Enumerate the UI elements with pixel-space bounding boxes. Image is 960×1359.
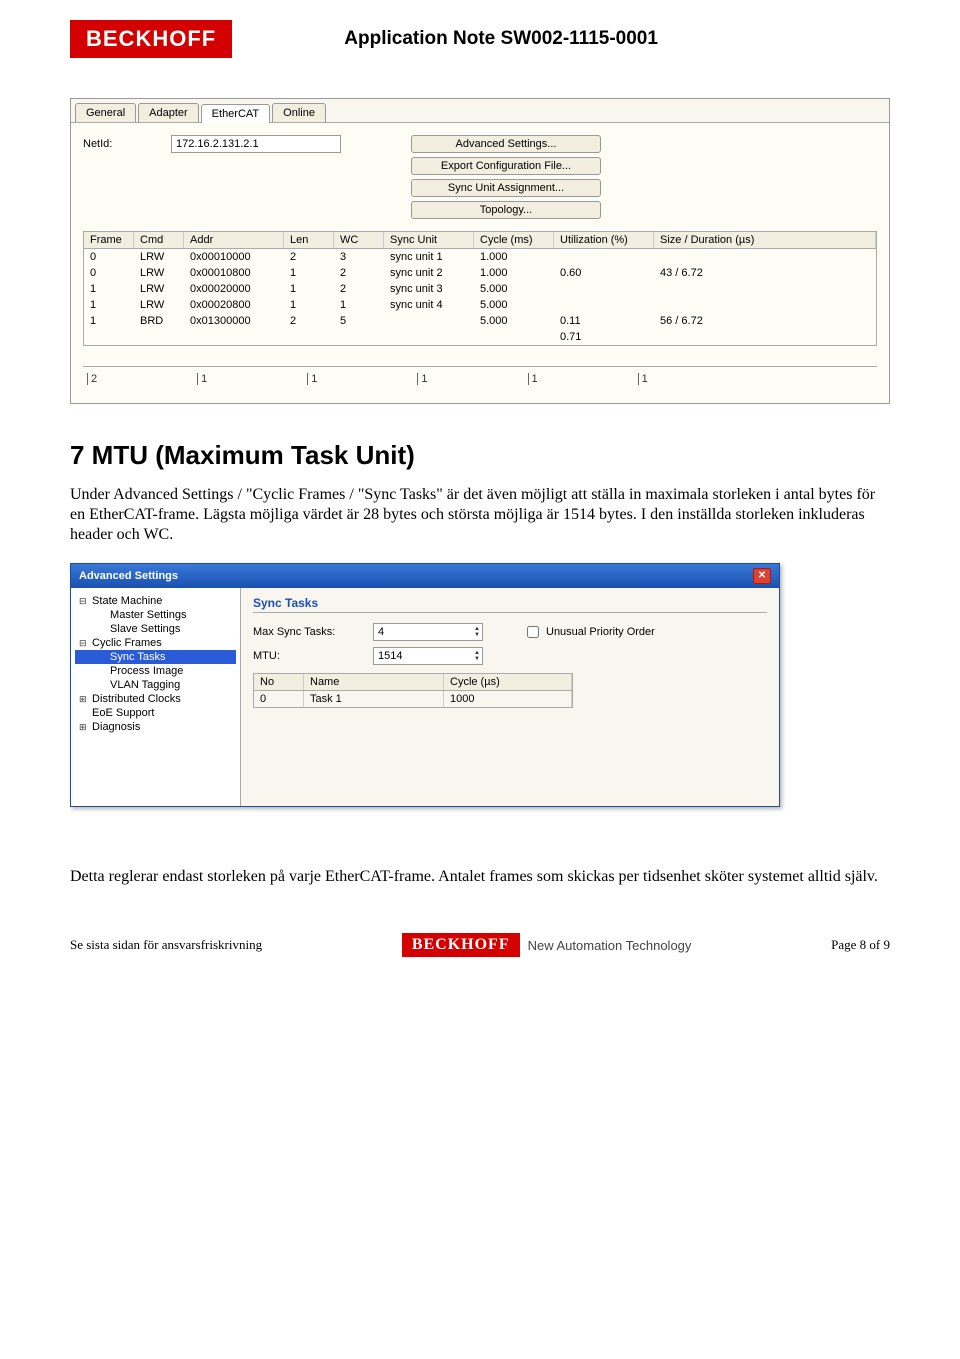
- tab-ethercat[interactable]: EtherCAT: [201, 104, 270, 123]
- advanced-settings-button[interactable]: Advanced Settings...: [411, 135, 601, 153]
- footer-tagline: New Automation Technology: [528, 938, 692, 953]
- column-header[interactable]: WC: [334, 232, 384, 248]
- mtu-label: MTU:: [253, 650, 363, 662]
- export-configuration-file-button[interactable]: Export Configuration File...: [411, 157, 601, 175]
- ruler-tick: 1: [638, 373, 648, 385]
- ruler-tick: 1: [197, 373, 207, 385]
- brand-logo: BECKHOFF: [70, 20, 232, 58]
- tree-node-diagnosis[interactable]: ⊞ Diagnosis: [75, 720, 236, 734]
- tree-node-slave-settings[interactable]: Slave Settings: [75, 622, 236, 636]
- column-header[interactable]: No: [254, 674, 304, 690]
- mtu-spinner[interactable]: 1514 ▲▼: [373, 647, 483, 665]
- ruler-tick: 1: [307, 373, 317, 385]
- tab-adapter[interactable]: Adapter: [138, 103, 199, 122]
- table-row[interactable]: 0LRW0x0001000023sync unit 11.000: [84, 249, 876, 265]
- ruler-tick: 2: [87, 373, 97, 385]
- max-sync-tasks-label: Max Sync Tasks:: [253, 626, 363, 638]
- tree-node-eoe-support[interactable]: EoE Support: [75, 706, 236, 720]
- section-heading: 7 MTU (Maximum Task Unit): [70, 440, 890, 471]
- tab-online[interactable]: Online: [272, 103, 326, 122]
- footer-page: Page 8 of 9: [831, 937, 890, 953]
- sync-unit-assignment-button[interactable]: Sync Unit Assignment...: [411, 179, 601, 197]
- unusual-priority-checkbox[interactable]: Unusual Priority Order: [523, 623, 655, 641]
- column-header[interactable]: Len: [284, 232, 334, 248]
- advanced-settings-dialog: Advanced Settings ✕ ⊟ State Machine Mast…: [70, 563, 780, 807]
- netid-label: NetId:: [83, 138, 153, 150]
- table-row[interactable]: 0.71: [84, 329, 876, 345]
- column-header[interactable]: Frame: [84, 232, 134, 248]
- column-header[interactable]: Cmd: [134, 232, 184, 248]
- column-header[interactable]: Sync Unit: [384, 232, 474, 248]
- table-row[interactable]: 0LRW0x0001080012sync unit 21.0000.6043 /…: [84, 265, 876, 281]
- tree-node-distributed-clocks[interactable]: ⊞ Distributed Clocks: [75, 692, 236, 706]
- ruler-tick: 1: [528, 373, 538, 385]
- column-header[interactable]: Utilization (%): [554, 232, 654, 248]
- max-sync-tasks-spinner[interactable]: 4 ▲▼: [373, 623, 483, 641]
- tree-node-state-machine[interactable]: ⊟ State Machine: [75, 594, 236, 608]
- table-row[interactable]: 1LRW0x0002080011sync unit 45.000: [84, 297, 876, 313]
- spinner-arrows-icon[interactable]: ▲▼: [474, 626, 480, 638]
- netid-field[interactable]: 172.16.2.131.2.1: [171, 135, 341, 153]
- settings-tree[interactable]: ⊟ State Machine Master Settings Slave Se…: [71, 588, 241, 806]
- body-paragraph-1: Under Advanced Settings / "Cyclic Frames…: [70, 485, 890, 545]
- column-header[interactable]: Addr: [184, 232, 284, 248]
- close-icon[interactable]: ✕: [753, 568, 771, 584]
- tree-node-cyclic-frames[interactable]: ⊟ Cyclic Frames: [75, 636, 236, 650]
- table-row[interactable]: 0Task 11000: [254, 691, 572, 707]
- panel-title: Sync Tasks: [253, 596, 767, 613]
- tree-node-sync-tasks[interactable]: Sync Tasks: [75, 650, 236, 664]
- spinner-arrows-icon[interactable]: ▲▼: [474, 650, 480, 662]
- ethercat-tab-screenshot: GeneralAdapterEtherCATOnline NetId: 172.…: [70, 98, 890, 404]
- table-row[interactable]: 1BRD0x01300000255.0000.1156 / 6.72: [84, 313, 876, 329]
- tab-general[interactable]: General: [75, 103, 136, 122]
- topology-button[interactable]: Topology...: [411, 201, 601, 219]
- column-header[interactable]: Cycle (µs): [444, 674, 572, 690]
- doc-title: Application Note SW002-1115-0001: [232, 28, 770, 50]
- column-header[interactable]: Cycle (ms): [474, 232, 554, 248]
- body-paragraph-2: Detta reglerar endast storleken på varje…: [70, 867, 890, 887]
- tasks-table: NoNameCycle (µs) 0Task 11000: [253, 673, 573, 708]
- tree-node-master-settings[interactable]: Master Settings: [75, 608, 236, 622]
- footer-brand-logo: BECKHOFF: [402, 933, 520, 957]
- dialog-title: Advanced Settings: [79, 570, 178, 582]
- tree-node-vlan-tagging[interactable]: VLAN Tagging: [75, 678, 236, 692]
- footer-left: Se sista sidan för ansvarsfriskrivning: [70, 937, 262, 953]
- column-header[interactable]: Size / Duration (µs): [654, 232, 876, 248]
- tree-node-process-image[interactable]: Process Image: [75, 664, 236, 678]
- ruler-tick: 1: [417, 373, 427, 385]
- table-row[interactable]: 1LRW0x0002000012sync unit 35.000: [84, 281, 876, 297]
- column-header[interactable]: Name: [304, 674, 444, 690]
